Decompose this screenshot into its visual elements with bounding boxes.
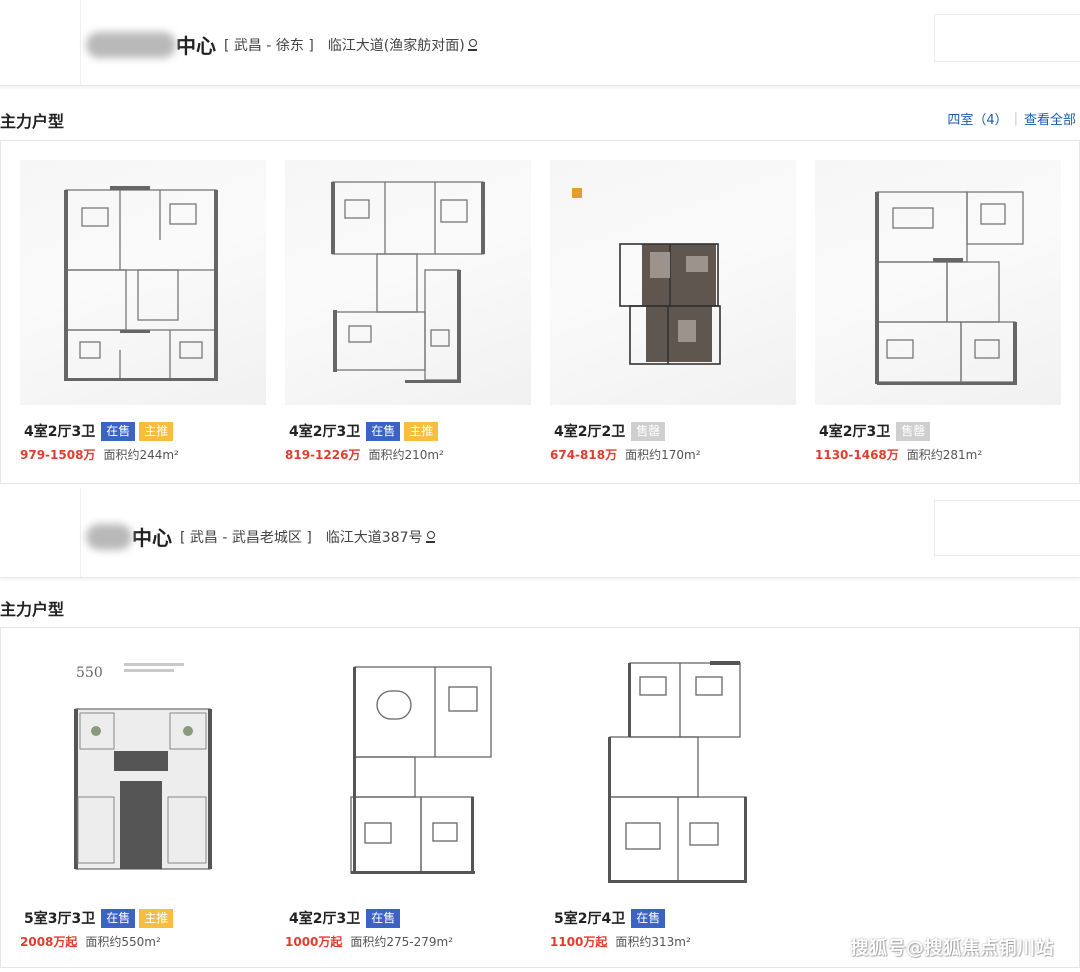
- plan-area-label: 550: [76, 665, 103, 681]
- unit-area: 面积约170m²: [625, 448, 701, 462]
- floorplan-image[interactable]: [550, 647, 796, 892]
- section-title-1: 主力户型: [0, 112, 65, 131]
- unit-layout: 4室2厅3卫: [819, 424, 891, 440]
- floorplan-card[interactable]: 5室2厅4卫 在售 1100万起 面积约313m²: [550, 647, 796, 950]
- featured-tag: 主推: [404, 421, 439, 441]
- unit-area: 面积约244m²: [103, 448, 179, 462]
- unit-layout: 4室2厅3卫: [24, 424, 96, 440]
- header-action-box[interactable]: [934, 500, 1080, 556]
- location-pin-icon[interactable]: [467, 38, 478, 51]
- on-sale-tag: 在售: [101, 421, 136, 441]
- project-title-1[interactable]: 中心 [ 武昌 - 徐东 ] 临江大道(渔家舫对面): [86, 30, 478, 59]
- project-address: 临江大道(渔家舫对面): [327, 37, 465, 54]
- floorplan-panel-2: 550 5室3厅3卫 在售 主推 2008万起 面积约550m² 4室2厅3卫 …: [0, 627, 1080, 968]
- view-all-link[interactable]: 查看全部: [1024, 109, 1076, 128]
- unit-area: 面积约275-279m²: [350, 935, 454, 949]
- project-area: [ 武昌 - 徐东 ]: [224, 37, 314, 54]
- unit-layout: 4室2厅3卫: [289, 424, 361, 440]
- floorplan-card[interactable]: 4室2厅3卫 售罄 1130-1468万 面积约281m²: [815, 160, 1061, 463]
- filter-four-room-link[interactable]: 四室（4）: [947, 109, 1007, 128]
- unit-price: 979-1508万: [20, 448, 96, 462]
- floorplan-image[interactable]: [285, 160, 531, 405]
- floorplan-card[interactable]: 4室2厅3卫 在售 1000万起 面积约275-279m²: [285, 647, 531, 950]
- on-sale-tag: 在售: [631, 908, 666, 928]
- featured-tag: 主推: [139, 421, 174, 441]
- project-address: 临江大道387号: [325, 529, 423, 546]
- unit-price: 674-818万: [550, 448, 618, 462]
- unit-price: 1130-1468万: [815, 448, 899, 462]
- unit-price: 819-1226万: [285, 448, 361, 462]
- project-area: [ 武昌 - 武昌老城区 ]: [180, 529, 312, 546]
- featured-tag: 主推: [139, 908, 174, 928]
- redacted-name: [86, 31, 176, 58]
- floorplan-image[interactable]: [20, 160, 266, 405]
- unit-price: 1100万起: [550, 935, 608, 949]
- on-sale-tag: 在售: [366, 421, 401, 441]
- floorplan-image[interactable]: 550: [20, 647, 266, 892]
- floorplan-image[interactable]: [815, 160, 1061, 405]
- floorplan-card[interactable]: 4室2厅3卫 在售 主推 819-1226万 面积约210m²: [285, 160, 531, 463]
- floorplan-card[interactable]: 4室2厅3卫 在售 主推 979-1508万 面积约244m²: [20, 160, 266, 463]
- unit-layout: 5室2厅4卫: [554, 911, 626, 927]
- floorplan-panel-1: 4室2厅3卫 在售 主推 979-1508万 面积约244m² 4室2厅3卫 在…: [0, 140, 1080, 484]
- header-action-box[interactable]: [934, 14, 1080, 62]
- floorplan-image[interactable]: [285, 647, 531, 892]
- project-name[interactable]: 中心: [132, 522, 172, 551]
- project-title-2[interactable]: 中心 [ 武昌 - 武昌老城区 ] 临江大道387号: [86, 522, 436, 551]
- unit-area: 面积约210m²: [368, 448, 444, 462]
- unit-layout: 4室2厅2卫: [554, 424, 626, 440]
- project-name[interactable]: 中心: [176, 30, 216, 59]
- floorplan-image[interactable]: [550, 160, 796, 405]
- location-pin-icon[interactable]: [425, 530, 436, 543]
- unit-area: 面积约313m²: [615, 935, 691, 949]
- unit-layout: 5室3厅3卫: [24, 911, 96, 927]
- section-links-1: 四室（4） | 查看全部: [947, 109, 1076, 128]
- unit-price: 2008万起: [20, 935, 78, 949]
- sold-out-tag: 售罄: [631, 421, 666, 441]
- unit-area: 面积约281m²: [906, 448, 983, 462]
- section-title-2: 主力户型: [0, 600, 65, 619]
- unit-layout: 4室2厅3卫: [289, 911, 361, 927]
- project-header-2: 中心 [ 武昌 - 武昌老城区 ] 临江大道387号: [0, 488, 1080, 578]
- floorplan-card[interactable]: 4室2厅2卫 售罄 674-818万 面积约170m²: [550, 160, 796, 463]
- unit-price: 1000万起: [285, 935, 343, 949]
- watermark: 搜狐号@搜狐焦点铜川站: [850, 938, 1054, 959]
- on-sale-tag: 在售: [366, 908, 401, 928]
- unit-area: 面积约550m²: [85, 935, 161, 949]
- sold-out-tag: 售罄: [896, 421, 931, 441]
- redacted-name: [86, 523, 132, 550]
- project-header-1: 中心 [ 武昌 - 徐东 ] 临江大道(渔家舫对面): [0, 0, 1080, 86]
- on-sale-tag: 在售: [101, 908, 136, 928]
- floorplan-card[interactable]: 550 5室3厅3卫 在售 主推 2008万起 面积约550m²: [20, 647, 266, 950]
